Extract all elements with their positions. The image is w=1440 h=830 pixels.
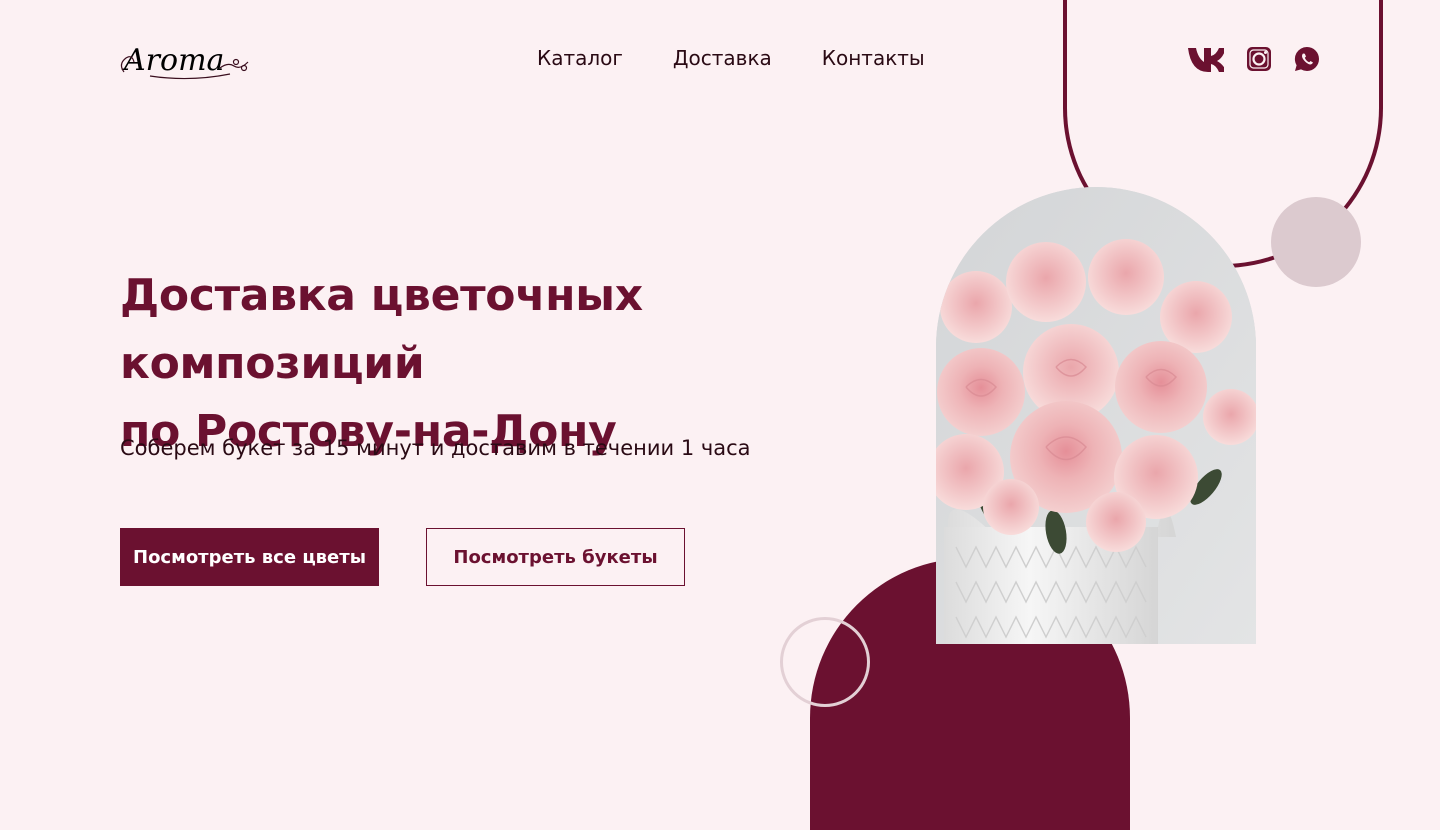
decorative-circle xyxy=(1271,197,1361,287)
nav-link-delivery[interactable]: Доставка xyxy=(673,46,772,70)
decorative-ring xyxy=(780,617,870,707)
whatsapp-icon[interactable] xyxy=(1294,46,1320,72)
logo[interactable]: Aroma xyxy=(120,38,252,82)
peony-bouquet-illustration xyxy=(936,187,1256,644)
hero-title-line-1: Доставка цветочных композиций xyxy=(120,270,643,389)
social-links xyxy=(1186,44,1320,74)
hero-bouquet-image xyxy=(936,187,1256,644)
view-bouquets-button[interactable]: Посмотреть букеты xyxy=(426,528,685,586)
instagram-icon[interactable] xyxy=(1246,46,1272,72)
logo-graphic: Aroma xyxy=(120,43,249,80)
main-nav: Каталог Доставка Контакты xyxy=(537,46,925,70)
nav-link-catalog[interactable]: Каталог xyxy=(537,46,623,70)
nav-link-contacts[interactable]: Контакты xyxy=(822,46,925,70)
view-all-flowers-button[interactable]: Посмотреть все цветы xyxy=(120,528,379,586)
logo-text: Aroma xyxy=(121,43,224,78)
vk-icon[interactable] xyxy=(1186,44,1224,74)
hero-subtitle: Соберем букет за 15 минут и доставим в т… xyxy=(120,436,751,460)
